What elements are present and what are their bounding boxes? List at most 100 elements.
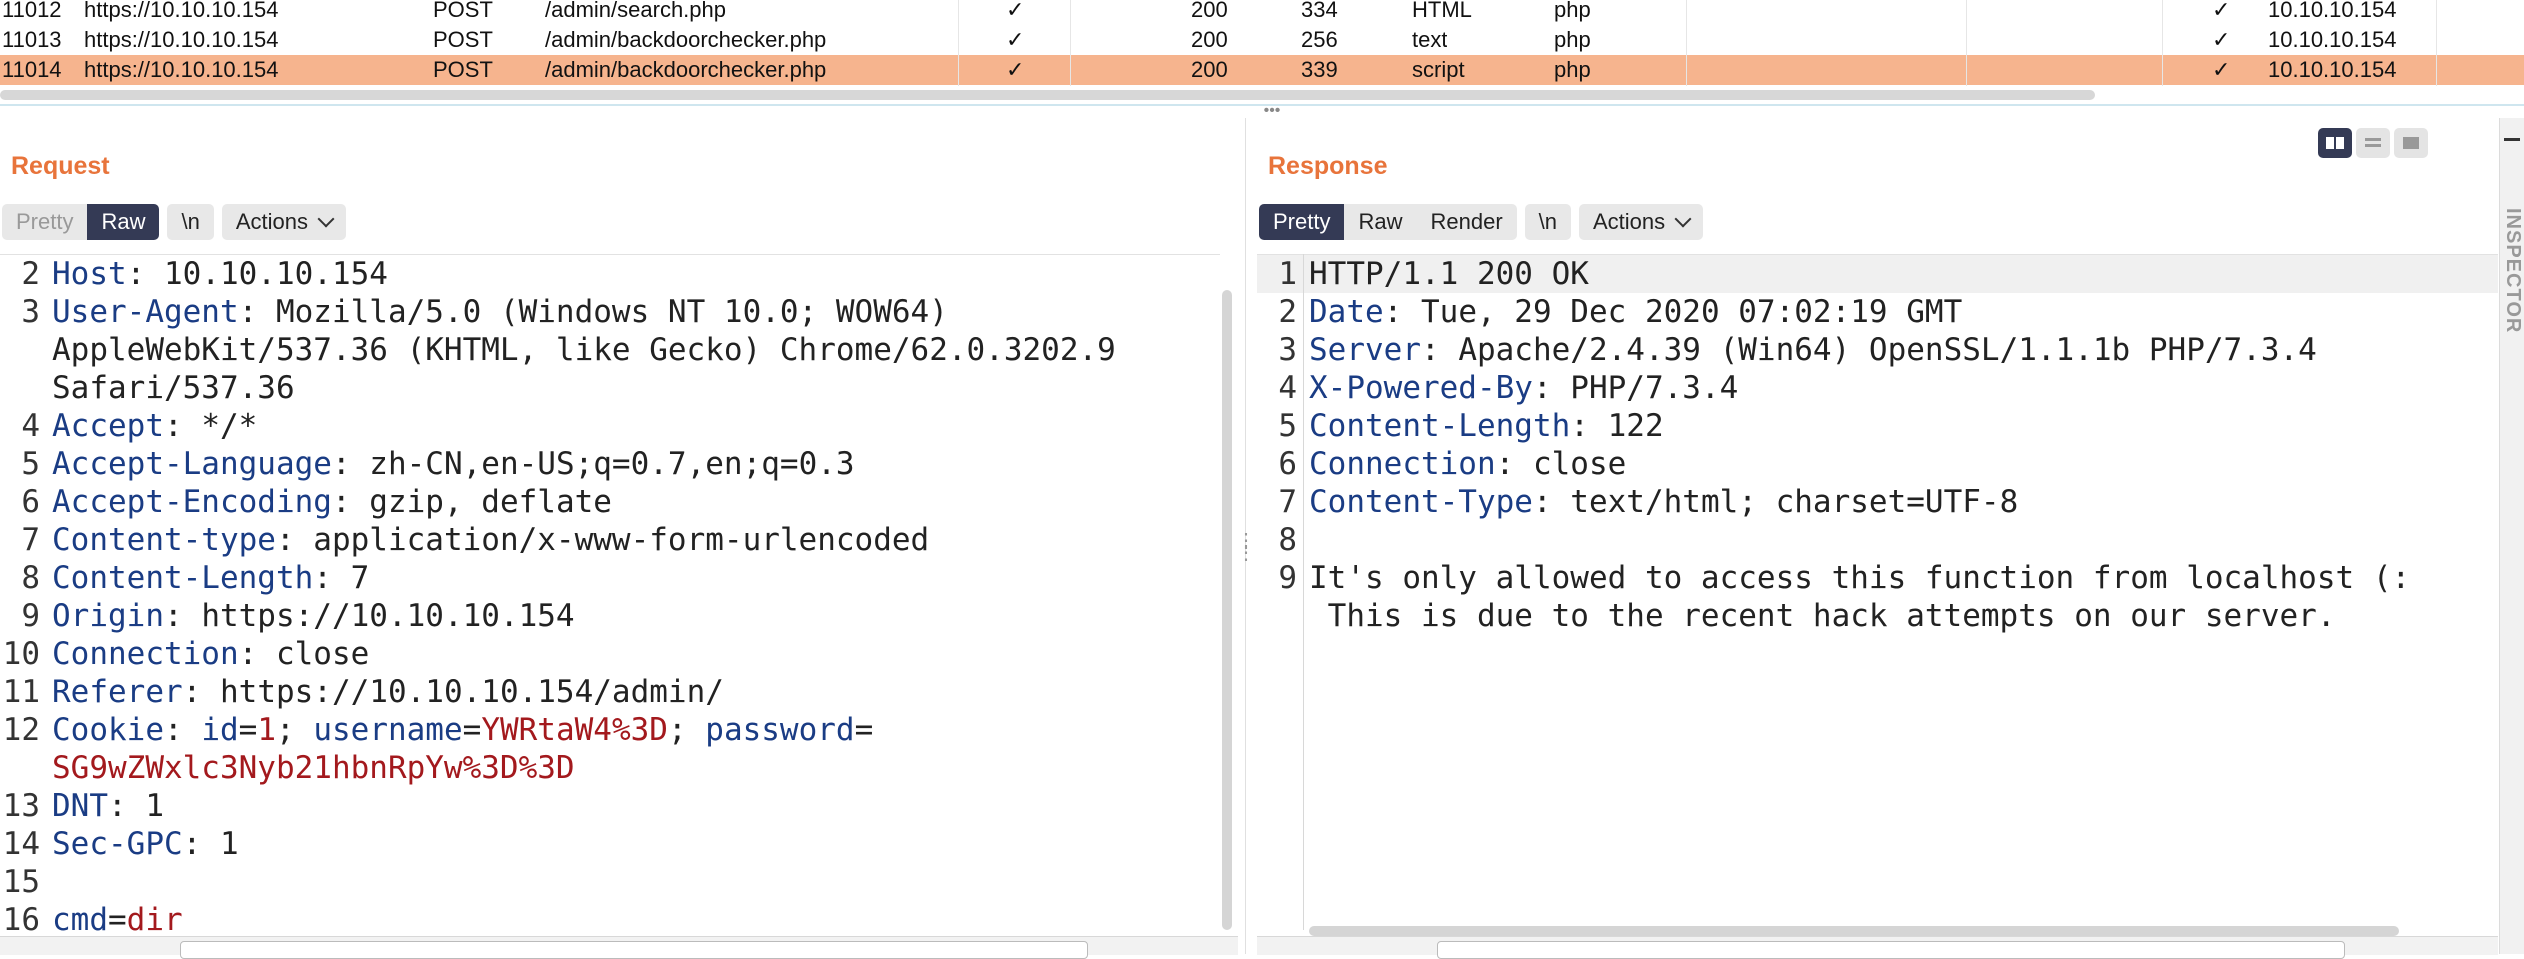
gutter-divider: [1303, 254, 1304, 930]
header-value: application/x-www-form-urlencoded: [294, 522, 930, 558]
line-number: 4: [21, 408, 40, 444]
code-line: 9 It's only allowed to access this functi…: [1257, 559, 2498, 635]
header-value: close: [1514, 446, 1627, 482]
row-method: POST: [433, 0, 493, 22]
request-pane: Request Pretty Raw \n Actions 2 Host: 10.…: [0, 118, 1238, 954]
header-value: https://10.10.10.154/admin/: [201, 674, 724, 710]
side-by-side-layout-icon[interactable]: [2318, 128, 2352, 158]
code-line: 8 Content-Length: 7: [0, 559, 1220, 597]
row-ext: php: [1554, 57, 1591, 82]
line-number: 7: [1278, 484, 1297, 520]
header-key: Connection: [1309, 446, 1496, 482]
cookie-value: YWRtaW4%3D: [481, 712, 668, 748]
request-raw-tab[interactable]: Raw: [87, 204, 160, 240]
code-line: 6 Accept-Encoding: gzip, deflate: [0, 483, 1220, 521]
line-number: 12: [2, 712, 40, 748]
header-key: Content-Length: [1309, 408, 1571, 444]
response-horizontal-scrollbar[interactable]: [1309, 926, 2399, 936]
header-key: DNT: [52, 788, 108, 824]
column-divider: [2162, 0, 2163, 86]
line-number: 3: [1278, 332, 1297, 368]
inspector-panel[interactable]: INSPECTOR: [2499, 118, 2524, 954]
header-value: PHP/7.3.4: [1551, 370, 1739, 406]
line-number: 6: [1278, 446, 1297, 482]
header-key: Accept-Language: [52, 446, 332, 482]
response-search-bar: [1257, 936, 2498, 959]
line-number: 8: [1278, 522, 1297, 558]
response-pretty-tab[interactable]: Pretty: [1259, 204, 1345, 240]
code-line: 12 Cookie: id=1; username=YWRtaW4%3D; pas…: [0, 711, 1220, 787]
row-status: 200: [1191, 27, 1228, 52]
header-key: Origin: [52, 598, 164, 634]
header-value: 122: [1588, 408, 1664, 444]
history-row[interactable]: 11013 https://10.10.10.154 POST /admin/b…: [0, 25, 2524, 55]
response-actions-label: Actions: [1593, 209, 1666, 234]
response-raw-tab[interactable]: Raw: [1344, 204, 1417, 240]
header-key: Sec-GPC: [52, 826, 183, 862]
header-value: close: [257, 636, 370, 672]
header-key: Referer: [52, 674, 183, 710]
chevron-down-icon: [317, 210, 335, 228]
header-value: zh-CN,en-US;q=0.7,en;q=0.3: [350, 446, 855, 482]
code-line: 11 Referer: https://10.10.10.154/admin/: [0, 673, 1220, 711]
code-line: 4 Accept: */*: [0, 407, 1220, 445]
response-actions-menu[interactable]: Actions: [1579, 204, 1704, 240]
code-line: 10 Connection: close: [0, 635, 1220, 673]
tabbed-layout-icon[interactable]: [2394, 128, 2428, 158]
code-line: 15: [0, 863, 1220, 901]
response-editor[interactable]: 1 HTTP/1.1 200 OK 2 Date: Tue, 29 Dec 2020…: [1257, 254, 2498, 932]
row-tls-check: ✓: [2212, 57, 2231, 82]
request-actions-menu[interactable]: Actions: [221, 204, 346, 240]
inspector-toggle-icon[interactable]: [2504, 138, 2520, 141]
code-line: 3 User-Agent: Mozilla/5.0 (Windows NT 10.…: [0, 293, 1220, 407]
header-value: 10.10.10.154: [145, 256, 388, 292]
row-status: 200: [1191, 0, 1228, 22]
row-url: /admin/backdoorchecker.php: [545, 27, 827, 52]
chevron-down-icon: [1674, 210, 1692, 228]
request-pretty-tab[interactable]: Pretty: [2, 204, 88, 240]
code-line: 13 DNT: 1: [0, 787, 1220, 825]
row-params-check: ✓: [1006, 57, 1025, 82]
request-editor[interactable]: 2 Host: 10.10.10.154 3 User-Agent: Mozilla…: [0, 254, 1220, 932]
cookie-key: username: [313, 712, 463, 748]
row-ip: 10.10.10.154: [2268, 0, 2397, 22]
history-horizontal-scrollbar[interactable]: [0, 90, 2095, 100]
row-ext: php: [1554, 0, 1591, 22]
header-value: Apache/2.4.39 (Win64) OpenSSL/1.1.1b PHP…: [1439, 332, 2317, 368]
request-search-bar: [0, 936, 1238, 959]
row-length: 256: [1301, 27, 1338, 52]
cookie-value: 1: [257, 712, 276, 748]
line-number: 4: [1278, 370, 1297, 406]
line-number: 2: [21, 256, 40, 292]
response-newline-toggle[interactable]: \n: [1524, 204, 1571, 240]
stacked-layout-icon[interactable]: [2356, 128, 2390, 158]
header-key: Content-type: [52, 522, 276, 558]
request-vertical-scrollbar[interactable]: [1222, 290, 1232, 930]
request-search-input[interactable]: [180, 941, 1088, 959]
row-ext: php: [1554, 27, 1591, 52]
line-number: 9: [1278, 560, 1297, 596]
row-params-check: ✓: [1006, 0, 1025, 22]
row-host: https://10.10.10.154: [84, 0, 279, 22]
drag-handle-icon[interactable]: ⋮ ⋮: [1236, 531, 1256, 575]
response-title: Response: [1268, 152, 1388, 180]
line-number: 16: [2, 902, 40, 932]
header-key: Accept: [52, 408, 164, 444]
row-host: https://10.10.10.154: [84, 27, 279, 52]
row-length: 334: [1301, 0, 1338, 22]
code-line: 7 Content-type: application/x-www-form-ur…: [0, 521, 1220, 559]
request-newline-toggle[interactable]: \n: [167, 204, 214, 240]
drag-handle-icon[interactable]: •••: [1258, 103, 1286, 119]
history-row-selected[interactable]: 11014 https://10.10.10.154 POST /admin/b…: [0, 55, 2524, 85]
response-search-input[interactable]: [1437, 941, 2345, 959]
response-render-tab[interactable]: Render: [1416, 204, 1517, 240]
history-row[interactable]: 11012 https://10.10.10.154 POST /admin/s…: [0, 0, 2524, 25]
code-line: 2 Host: 10.10.10.154: [0, 255, 1220, 293]
code-line: 4 X-Powered-By: PHP/7.3.4: [1257, 369, 2498, 407]
line-number: 15: [2, 864, 40, 900]
line-number: 14: [2, 826, 40, 862]
row-tls-check: ✓: [2212, 0, 2231, 22]
header-key: Content-Length: [52, 560, 314, 596]
header-value: gzip, deflate: [350, 484, 612, 520]
header-key: Cookie: [52, 712, 164, 748]
